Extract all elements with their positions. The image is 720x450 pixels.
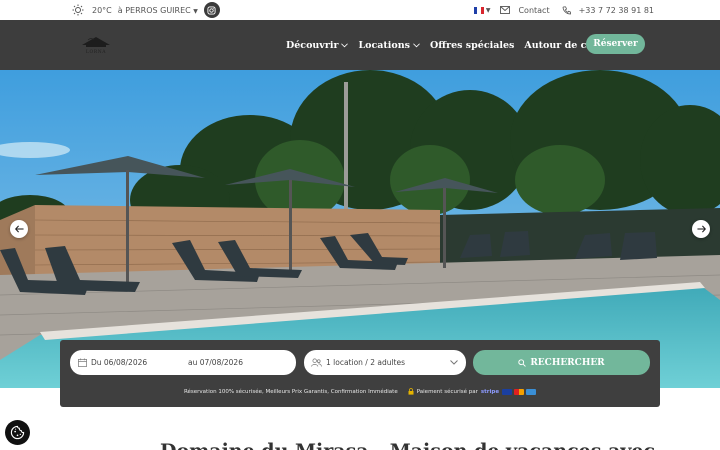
next-slide-button[interactable] bbox=[692, 220, 710, 238]
amex-icon bbox=[526, 388, 537, 395]
trust-bar: Réservation 100% sécurisée, Meilleurs Pr… bbox=[60, 388, 660, 395]
reserve-button[interactable]: Réserver bbox=[586, 34, 645, 54]
cookie-settings-button[interactable] bbox=[5, 420, 30, 445]
chevron-down-icon bbox=[341, 42, 349, 47]
search-icon bbox=[518, 358, 527, 367]
nav-offres-speciales[interactable]: Offres spéciales bbox=[430, 40, 514, 51]
caret-down-icon: ▼ bbox=[193, 7, 198, 15]
date-range-field[interactable]: Du 06/08/2026 au 07/08/2026 bbox=[70, 350, 296, 375]
weather-temp: 20°C bbox=[92, 5, 112, 15]
nav-label: Découvrir bbox=[286, 39, 339, 51]
caret-down-icon: ▼ bbox=[485, 6, 491, 14]
guests-selector[interactable]: 1 location / 2 adultes bbox=[304, 350, 466, 375]
chevron-down-icon bbox=[450, 360, 458, 365]
visa-icon bbox=[502, 388, 513, 395]
booking-search-panel: Du 06/08/2026 au 07/08/2026 1 location /… bbox=[60, 340, 660, 407]
lock-icon bbox=[408, 388, 414, 395]
instagram-icon[interactable] bbox=[203, 2, 220, 18]
mail-icon bbox=[500, 6, 511, 14]
nav-label: Locations bbox=[358, 39, 410, 51]
main-nav: Découvrir Locations Offres spéciales Aut… bbox=[286, 20, 634, 70]
stripe-logo: stripe bbox=[480, 388, 500, 395]
svg-text:LORNA: LORNA bbox=[86, 49, 106, 55]
search-button-label: RECHERCHER bbox=[530, 357, 605, 368]
nav-label: Offres spéciales bbox=[430, 39, 515, 51]
date-from: Du 06/08/2026 bbox=[91, 358, 148, 367]
site-logo[interactable]: LORNA bbox=[78, 31, 114, 57]
nav-locations[interactable]: Locations bbox=[358, 40, 420, 51]
top-bar: 20°C à PERROS GUIREC ▼ ▼ Contact +33 7 7… bbox=[0, 0, 720, 20]
chevron-down-icon bbox=[413, 42, 420, 47]
phone-link[interactable]: +33 7 72 38 91 81 bbox=[579, 6, 654, 15]
trust-text: Réservation 100% sécurisée, Meilleurs Pr… bbox=[183, 388, 398, 395]
search-button[interactable]: RECHERCHER bbox=[473, 350, 650, 375]
location-text: à PERROS GUIREC bbox=[117, 5, 191, 15]
date-to: au 07/08/2026 bbox=[188, 358, 243, 367]
arrow-right-icon bbox=[696, 225, 706, 233]
calendar-icon bbox=[78, 358, 87, 367]
payment-text: Paiement sécurisé par bbox=[416, 388, 478, 395]
prev-slide-button[interactable] bbox=[10, 220, 28, 238]
location-selector[interactable]: à PERROS GUIREC ▼ bbox=[118, 6, 198, 15]
page-title: Domaine du Mirasa - Maison de vacances a… bbox=[160, 440, 655, 450]
nav-decouvrir[interactable]: Découvrir bbox=[286, 39, 349, 51]
arrow-left-icon bbox=[14, 225, 24, 233]
phone-icon bbox=[562, 5, 571, 14]
contact-link[interactable]: Contact bbox=[518, 6, 549, 15]
users-icon bbox=[311, 358, 322, 367]
payment-card-logos bbox=[502, 388, 537, 395]
france-flag-icon bbox=[473, 6, 484, 14]
guests-value: 1 location / 2 adultes bbox=[326, 358, 406, 367]
mastercard-icon bbox=[514, 388, 525, 395]
sun-icon bbox=[72, 4, 84, 16]
language-selector[interactable]: ▼ bbox=[473, 6, 491, 14]
cookie-icon bbox=[10, 425, 25, 440]
